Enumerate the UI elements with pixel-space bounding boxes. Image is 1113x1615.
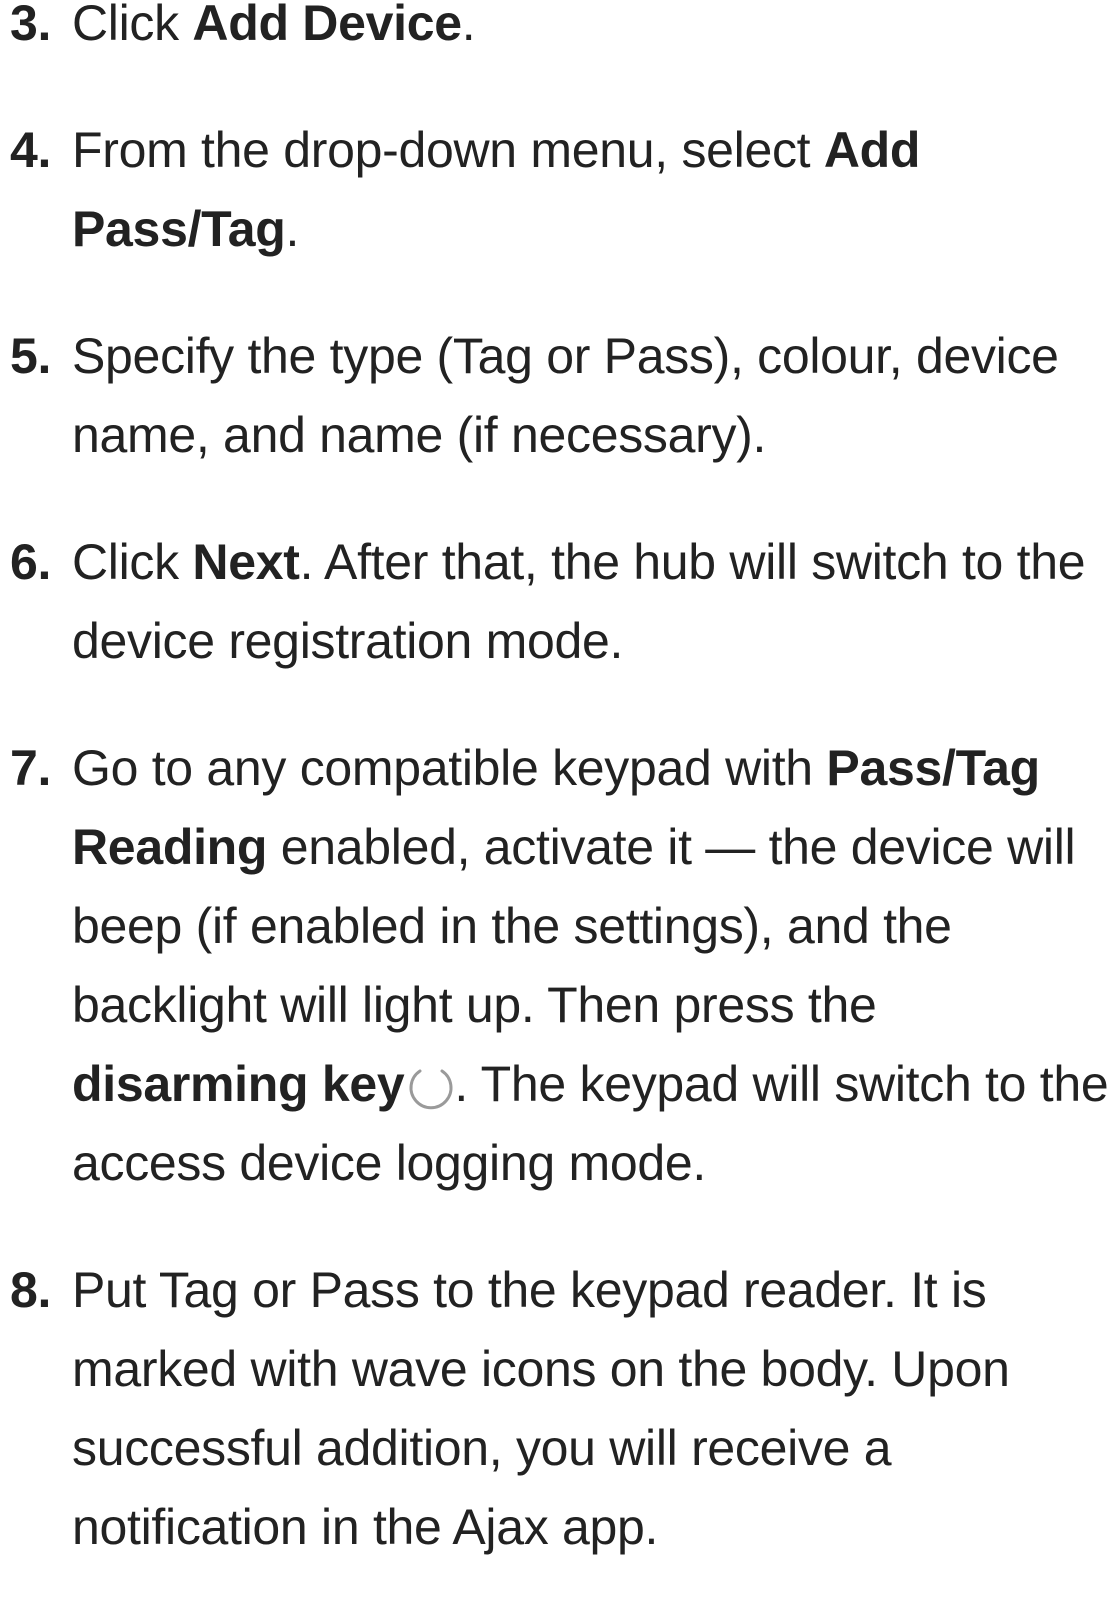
step-6: 6. Click Next. After that, the hub will … — [0, 523, 1113, 681]
instruction-steps-list: 3. Click Add Device. 4. From the drop-do… — [0, 0, 1113, 1615]
step-7: 7. Go to any compatible keypad with Pass… — [0, 729, 1113, 1203]
step-text: Click — [72, 0, 193, 51]
step-4: 4. From the drop-down menu, select Add P… — [0, 111, 1113, 269]
step-number: 6. — [10, 534, 52, 590]
step-text: From the drop-down menu, select — [72, 122, 824, 178]
step-number: 3. — [10, 0, 52, 51]
step-text: Click — [72, 534, 193, 590]
step-number: 8. — [10, 1262, 52, 1318]
step-number: 4. — [10, 122, 52, 178]
step-number: 7. — [10, 740, 52, 796]
step-8: 8. Put Tag or Pass to the keypad reader.… — [0, 1251, 1113, 1567]
step-bold-text: Next — [192, 534, 300, 590]
step-3: 3. Click Add Device. — [0, 0, 1113, 63]
step-5: 5. Specify the type (Tag or Pass), colou… — [0, 317, 1113, 475]
step-text: Specify the type (Tag or Pass), colour, … — [72, 328, 1059, 463]
step-text: Go to any compatible keypad with — [72, 740, 827, 796]
step-text: . — [285, 201, 300, 257]
disarm-circle-icon — [408, 1059, 454, 1111]
step-bold-text: disarming key — [72, 1056, 405, 1112]
step-number: 5. — [10, 328, 52, 384]
step-bold-text: Add Device — [192, 0, 462, 51]
step-text: Put Tag or Pass to the keypad reader. It… — [72, 1262, 1010, 1555]
step-text: . — [461, 0, 476, 51]
